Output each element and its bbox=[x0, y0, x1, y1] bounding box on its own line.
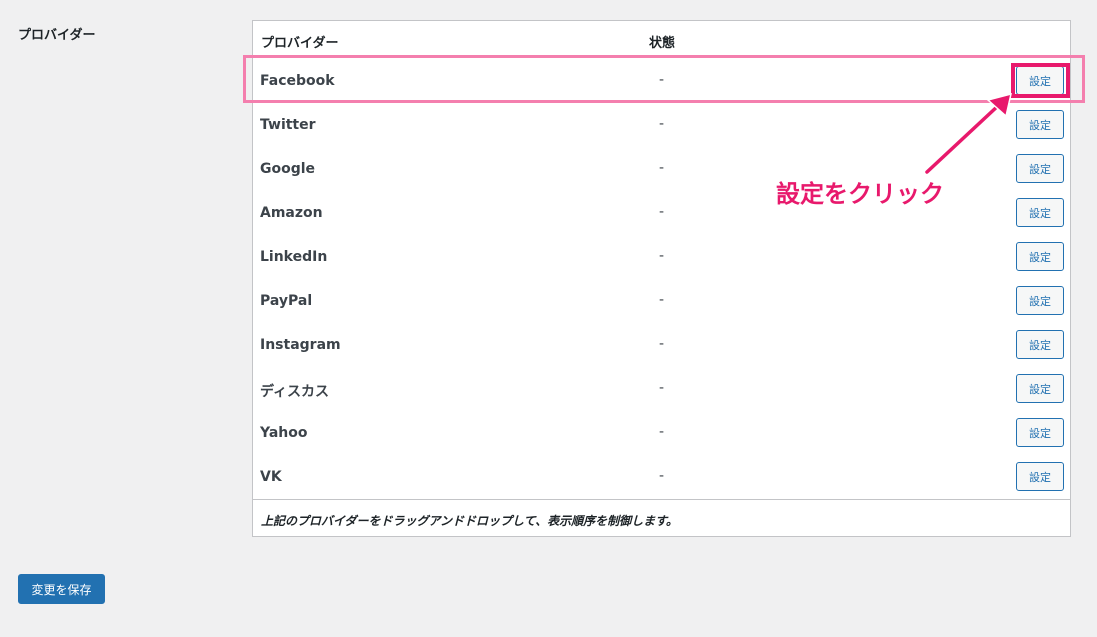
provider-status: - bbox=[659, 116, 665, 132]
table-row[interactable]: VK - 設定 bbox=[253, 455, 1070, 499]
table-row[interactable]: Instagram - 設定 bbox=[253, 323, 1070, 367]
footer-note: 上記のプロバイダーをドラッグアンドドロップして、表示順序を制御します。 bbox=[261, 514, 678, 528]
table-row[interactable]: PayPal - 設定 bbox=[253, 279, 1070, 323]
save-changes-button[interactable]: 変更を保存 bbox=[18, 574, 105, 604]
provider-status: - bbox=[659, 72, 665, 88]
settings-button-amazon[interactable]: 設定 bbox=[1016, 198, 1064, 227]
provider-status: - bbox=[659, 336, 665, 352]
provider-status: - bbox=[659, 292, 665, 308]
header-status: 状態 bbox=[649, 36, 676, 51]
annotation-callout: 設定をクリック bbox=[776, 180, 944, 208]
provider-status: - bbox=[659, 380, 665, 396]
table-header: プロバイダー 状態 bbox=[253, 21, 1070, 59]
settings-button-vk[interactable]: 設定 bbox=[1016, 462, 1064, 491]
section-label: プロバイダー bbox=[18, 28, 96, 43]
table-row[interactable]: LinkedIn - 設定 bbox=[253, 235, 1070, 279]
settings-button-linkedin[interactable]: 設定 bbox=[1016, 242, 1064, 271]
table-footer: 上記のプロバイダーをドラッグアンドドロップして、表示順序を制御します。 bbox=[253, 499, 1070, 537]
settings-button-facebook[interactable]: 設定 bbox=[1016, 66, 1064, 95]
settings-button-yahoo[interactable]: 設定 bbox=[1016, 418, 1064, 447]
provider-name: Facebook bbox=[260, 73, 335, 89]
provider-status: - bbox=[659, 160, 665, 176]
provider-status: - bbox=[659, 248, 665, 264]
provider-status: - bbox=[659, 204, 665, 220]
provider-status: - bbox=[659, 468, 665, 484]
settings-button-instagram[interactable]: 設定 bbox=[1016, 330, 1064, 359]
provider-status: - bbox=[659, 424, 665, 440]
provider-name: ディスカス bbox=[260, 384, 330, 400]
header-provider: プロバイダー bbox=[261, 36, 339, 51]
table-row[interactable]: ディスカス - 設定 bbox=[253, 367, 1070, 411]
settings-button-twitter[interactable]: 設定 bbox=[1016, 110, 1064, 139]
provider-name: Google bbox=[260, 161, 316, 177]
providers-table: プロバイダー 状態 Facebook - 設定 Twitter - 設定 Goo… bbox=[252, 20, 1071, 537]
provider-name: Yahoo bbox=[260, 425, 308, 441]
table-body: Facebook - 設定 Twitter - 設定 Google - 設定 A… bbox=[253, 59, 1070, 499]
provider-name: LinkedIn bbox=[260, 249, 328, 265]
provider-name: VK bbox=[260, 469, 282, 485]
provider-name: PayPal bbox=[260, 293, 313, 309]
settings-button-google[interactable]: 設定 bbox=[1016, 154, 1064, 183]
settings-button-paypal[interactable]: 設定 bbox=[1016, 286, 1064, 315]
provider-name: Instagram bbox=[260, 337, 341, 353]
table-row[interactable]: Yahoo - 設定 bbox=[253, 411, 1070, 455]
table-row[interactable]: Twitter - 設定 bbox=[253, 103, 1070, 147]
provider-name: Amazon bbox=[260, 205, 323, 221]
table-row[interactable]: Google - 設定 bbox=[253, 147, 1070, 191]
settings-button-disqus[interactable]: 設定 bbox=[1016, 374, 1064, 403]
table-row[interactable]: Amazon - 設定 bbox=[253, 191, 1070, 235]
provider-name: Twitter bbox=[260, 117, 316, 133]
table-row[interactable]: Facebook - 設定 bbox=[253, 59, 1070, 103]
